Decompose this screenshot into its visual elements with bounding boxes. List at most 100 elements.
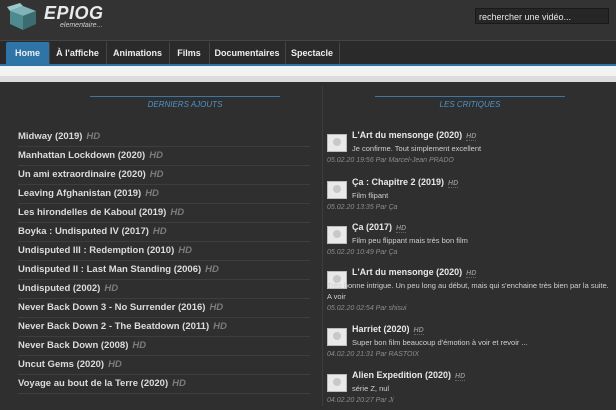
banner-strip <box>0 66 616 76</box>
review-item: L'Art du mensonge (2020) HD Je confirme. … <box>327 130 615 170</box>
review-text: Film flipant <box>352 191 389 200</box>
movie-title[interactable]: Voyage au bout de la Terre (2020) <box>18 378 168 389</box>
logo-tagline: elementaire... <box>60 22 103 29</box>
movie-title[interactable]: Boyka : Undisputed IV (2017) <box>18 226 149 237</box>
nav-home[interactable]: Home <box>6 42 50 64</box>
review-text: Je confirme. Tout simplement excellent <box>352 144 482 153</box>
hd-badge: HD <box>213 321 227 332</box>
movie-item[interactable]: Undisputed II : Last Man Standing (2006)… <box>18 261 310 280</box>
search-input[interactable]: rechercher une vidéo... <box>475 8 609 24</box>
review-text: Super bon film beaucoup d'émotion à voir… <box>352 338 528 347</box>
main-nav: Home À l'affiche Animations Films Docume… <box>0 40 616 67</box>
movie-title[interactable]: Manhattan Lockdown (2020) <box>18 150 145 161</box>
movie-item[interactable]: Midway (2019) HD <box>18 128 310 147</box>
review-meta: 04.02.20 21:31 Par RASTOIX <box>327 351 420 358</box>
movie-item[interactable]: Leaving Afghanistan (2019) HD <box>18 185 310 204</box>
hd-badge: HD <box>152 226 167 237</box>
movie-item[interactable]: Boyka : Undisputed IV (2017) HD <box>18 223 310 242</box>
movie-title[interactable]: Undisputed II : Last Man Standing (2006) <box>18 264 201 275</box>
review-movie-link[interactable]: Ça (2017) HD <box>352 222 407 233</box>
review-meta: 05.02.20 10:49 Par Ça <box>327 249 398 256</box>
latest-additions-title: DERNIERS AJOUTS <box>147 100 223 109</box>
review-item: Harriet (2020) HD Super bon film beaucoup… <box>327 324 615 364</box>
movie-item[interactable]: Voyage au bout de la Terre (2020) HD <box>18 375 310 394</box>
movie-item[interactable]: Les hirondelles de Kaboul (2019) HD <box>18 204 310 223</box>
review-item: Ça : Chapitre 2 (2019) HD Film flipant 05… <box>327 177 615 217</box>
movie-item[interactable]: Undisputed III : Redemption (2010) HD <box>18 242 310 261</box>
reviews-panel: LES CRITIQUES L'Art du mensonge (2020) HD… <box>322 86 616 406</box>
movie-title[interactable]: Undisputed III : Redemption (2010) <box>18 245 174 256</box>
review-text: série Z, nul <box>352 384 390 393</box>
hd-badge: HD <box>178 245 192 256</box>
movie-title[interactable]: Midway (2019) <box>18 131 82 142</box>
movie-item[interactable]: Never Back Down (2008) HD <box>18 337 310 356</box>
review-movie-title[interactable]: L'Art du mensonge (2020) <box>352 130 462 140</box>
review-meta: 05.02.20 19:56 Par Marcel-Jean PRADO <box>327 157 454 164</box>
avatar <box>327 374 347 392</box>
nav-documentaires[interactable]: Documentaires <box>209 42 286 64</box>
hd-badge: HD <box>108 359 122 370</box>
review-movie-title[interactable]: Alien Expedition (2020) <box>352 370 451 380</box>
hd-badge: HD <box>149 150 163 161</box>
avatar <box>327 181 347 199</box>
avatar <box>327 226 347 244</box>
hd-badge: HD <box>170 207 185 218</box>
latest-additions-panel: DERNIERS AJOUTS Midway (2019) HD Manhatta… <box>10 86 310 406</box>
section-divider <box>375 96 565 97</box>
review-movie-title[interactable]: L'Art du mensonge (2020) <box>352 267 462 277</box>
section-divider <box>90 96 280 97</box>
movie-title[interactable]: Uncut Gems (2020) <box>18 359 104 370</box>
hd-badge: HD <box>455 373 466 381</box>
banner-strip-shadow <box>0 76 616 82</box>
movie-title[interactable]: Never Back Down 2 - The Beatdown (2011) <box>18 321 209 332</box>
hd-badge: HD <box>86 131 101 142</box>
hd-badge: HD <box>205 264 219 275</box>
hd-badge: HD <box>396 225 407 233</box>
review-item: Alien Expedition (2020) HD série Z, nul 0… <box>327 370 615 410</box>
hd-badge: HD <box>448 180 459 188</box>
movie-title[interactable]: Un ami extraordinaire (2020) <box>18 169 146 180</box>
movie-item[interactable]: Manhattan Lockdown (2020) HD <box>18 147 310 166</box>
review-movie-title[interactable]: Harriet (2020) <box>352 324 410 334</box>
nav-spectacle[interactable]: Spectacle <box>285 42 340 64</box>
hd-badge: HD <box>209 302 224 313</box>
review-movie-link[interactable]: L'Art du mensonge (2020) HD <box>352 130 477 141</box>
review-movie-link[interactable]: Harriet (2020) HD <box>352 324 424 335</box>
logo-box-icon[interactable] <box>6 3 40 31</box>
hd-badge: HD <box>149 169 164 180</box>
hd-badge: HD <box>172 378 186 389</box>
nav-films[interactable]: Films <box>169 42 210 64</box>
hd-badge: HD <box>466 133 477 141</box>
review-movie-link[interactable]: Ça : Chapitre 2 (2019) HD <box>352 177 459 188</box>
nav-a-l-affiche[interactable]: À l'affiche <box>49 42 107 64</box>
movie-title[interactable]: Leaving Afghanistan (2019) <box>18 188 141 199</box>
hd-badge: HD <box>413 327 424 335</box>
movie-title[interactable]: Les hirondelles de Kaboul (2019) <box>18 207 166 218</box>
movie-title[interactable]: Never Back Down 3 - No Surrender (2016) <box>18 302 205 313</box>
avatar <box>327 328 347 346</box>
hd-badge: HD <box>104 283 119 294</box>
logo-text[interactable]: EPIOG <box>44 3 104 24</box>
review-item: L'Art du mensonge (2020) HD Très bonne in… <box>327 267 615 319</box>
review-movie-link[interactable]: Alien Expedition (2020) HD <box>352 370 466 381</box>
movie-item[interactable]: Never Back Down 3 - No Surrender (2016) H… <box>18 299 310 318</box>
movie-title[interactable]: Undisputed (2002) <box>18 283 100 294</box>
movie-item[interactable]: Never Back Down 2 - The Beatdown (2011) H… <box>18 318 310 337</box>
movie-item[interactable]: Un ami extraordinaire (2020) HD <box>18 166 310 185</box>
review-movie-title[interactable]: Ça (2017) <box>352 222 392 232</box>
review-meta: 05.02.20 13:35 Par Ça <box>327 204 398 211</box>
movie-item[interactable]: Undisputed (2002) HD <box>18 280 310 299</box>
avatar <box>327 134 347 152</box>
reviews-title: LES CRITIQUES <box>439 100 501 109</box>
movie-item[interactable]: Uncut Gems (2020) HD <box>18 356 310 375</box>
movie-title[interactable]: Never Back Down (2008) <box>18 340 128 351</box>
nav-animations[interactable]: Animations <box>106 42 170 64</box>
review-movie-link[interactable]: L'Art du mensonge (2020) HD <box>352 267 477 278</box>
review-movie-title[interactable]: Ça : Chapitre 2 (2019) <box>352 177 444 187</box>
hd-badge: HD <box>466 270 477 278</box>
review-text: Film peu flippant mais très bon film <box>352 236 468 245</box>
review-meta: 04.02.20 20:27 Par Ji <box>327 397 394 404</box>
review-text: Très bonne intrigue. Un peu long au débu… <box>327 281 609 301</box>
review-item: Ça (2017) HD Film peu flippant mais très … <box>327 222 615 262</box>
hd-badge: HD <box>132 340 147 351</box>
